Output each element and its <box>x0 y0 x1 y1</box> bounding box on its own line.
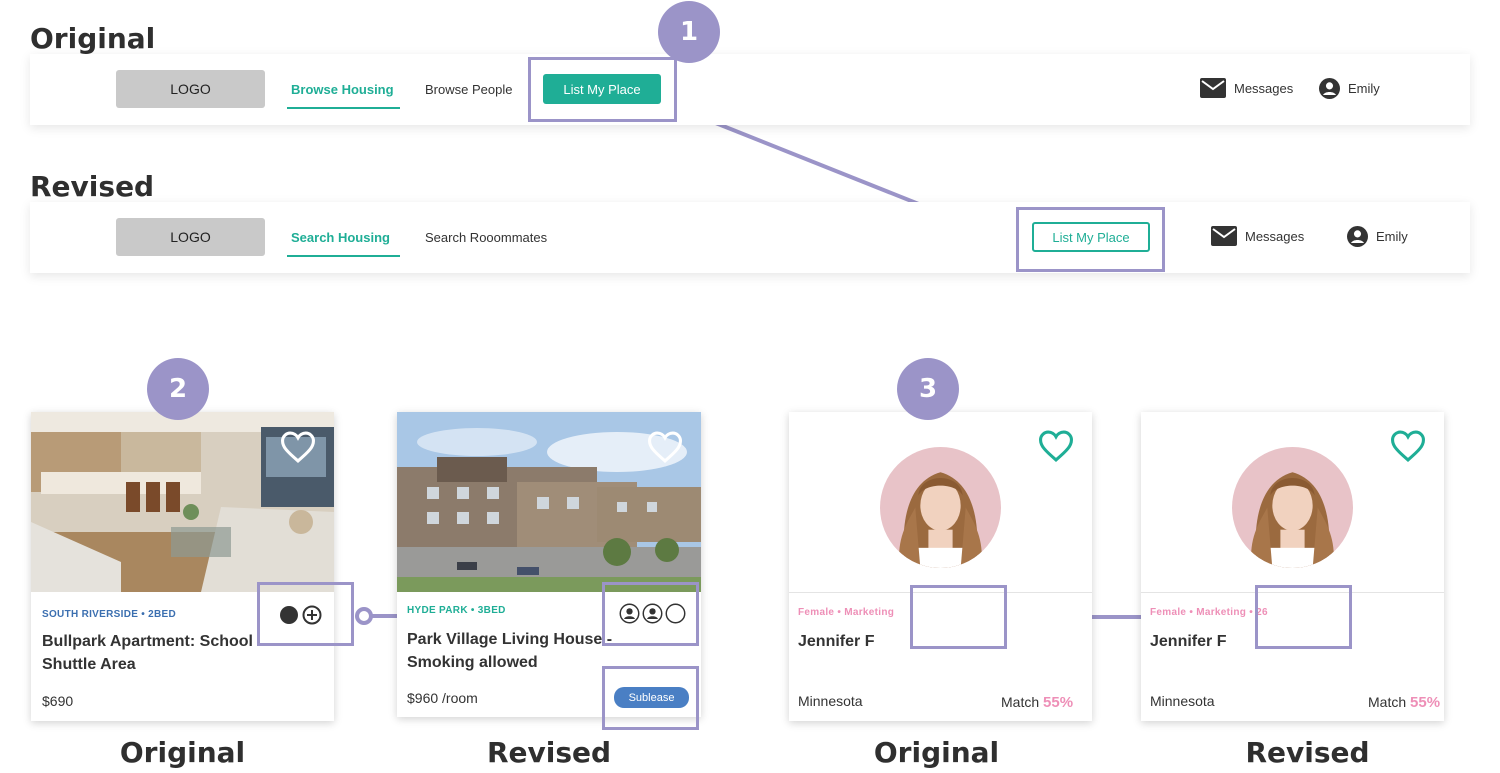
person-location: Minnesota <box>1150 693 1215 709</box>
person-name: Jennifer F <box>798 633 875 650</box>
active-tab-underline <box>287 107 400 109</box>
person-meta: Female • Marketing <box>798 607 895 618</box>
heart-icon[interactable] <box>646 430 684 464</box>
caption-housing-revised: Revised <box>486 736 612 769</box>
housing-card-original[interactable]: SOUTH RIVERSIDE • 2BED Bullpark Apartmen… <box>31 412 334 721</box>
listing-price: $690 <box>42 693 74 709</box>
match-value: 55% <box>1043 694 1074 711</box>
nav-search-housing[interactable]: Search Housing <box>291 230 390 245</box>
listing-meta: HYDE PARK • 3BED <box>407 605 506 616</box>
highlight-box-1-original <box>528 57 677 122</box>
listing-price: $960 /room <box>407 690 478 706</box>
heart-icon[interactable] <box>1037 429 1075 463</box>
annotation-badge-3: 3 <box>897 358 959 420</box>
person-card-original[interactable]: Female • Marketing Jennifer F Minnesota … <box>789 412 1092 721</box>
highlight-box-3-revised <box>1255 585 1352 649</box>
user-name: Emily <box>1348 81 1380 96</box>
heading-original-nav: Original <box>30 22 156 55</box>
messages-label: Messages <box>1234 80 1294 96</box>
logo[interactable]: LOGO <box>116 70 265 108</box>
navbar-revised: LOGO Search Housing Search Rooommates Li… <box>30 202 1470 273</box>
match-label: Match <box>1368 694 1407 710</box>
highlight-box-1-revised <box>1016 207 1165 272</box>
person-meta: Female • Marketing • 26 <box>1150 607 1268 618</box>
envelope-icon <box>1211 226 1237 246</box>
nav-search-roommates[interactable]: Search Rooommates <box>425 230 547 245</box>
caption-housing-original: Original <box>119 736 246 769</box>
user-name: Emily <box>1376 229 1408 244</box>
listing-title: Bullpark Apartment: School Shuttle Area <box>42 633 253 673</box>
logo[interactable]: LOGO <box>116 218 265 256</box>
nav-browse-housing[interactable]: Browse Housing <box>291 82 394 97</box>
person-card-revised[interactable]: Female • Marketing • 26 Jennifer F Minne… <box>1141 412 1444 721</box>
caption-person-original: Original <box>873 736 1000 769</box>
navbar-original: LOGO Browse Housing Browse People List M… <box>30 54 1470 125</box>
nav-messages[interactable]: Messages <box>1211 226 1304 246</box>
avatar <box>880 447 1001 568</box>
match-value: 55% <box>1410 694 1441 711</box>
heart-icon[interactable] <box>279 430 317 464</box>
annotation-badge-2: 2 <box>147 358 209 420</box>
listing-meta: SOUTH RIVERSIDE • 2BED <box>42 609 177 620</box>
match-score: Match 55% <box>1368 694 1440 711</box>
match-label: Match <box>1001 694 1040 710</box>
match-score: Match 55% <box>1001 694 1073 711</box>
user-circle-icon <box>1347 226 1368 247</box>
nav-messages[interactable]: Messages <box>1200 78 1293 98</box>
annotation-badge-1: 1 <box>658 1 720 63</box>
heart-icon[interactable] <box>1389 429 1427 463</box>
person-name: Jennifer F <box>1150 633 1227 650</box>
heading-revised-nav: Revised <box>30 170 155 203</box>
person-location: Minnesota <box>798 693 863 709</box>
caption-person-revised: Revised <box>1245 736 1370 769</box>
user-circle-icon <box>1319 78 1340 99</box>
messages-label: Messages <box>1245 228 1305 244</box>
person-meta-gender-job: Female • Marketing <box>1150 607 1247 618</box>
nav-browse-people[interactable]: Browse People <box>425 82 512 97</box>
nav-user[interactable]: Emily <box>1347 226 1408 247</box>
highlight-box-2-original <box>257 582 354 646</box>
envelope-icon <box>1200 78 1226 98</box>
highlight-box-3-original <box>910 585 1007 649</box>
avatar <box>1232 447 1353 568</box>
active-tab-underline <box>287 255 400 257</box>
nav-user[interactable]: Emily <box>1319 78 1380 99</box>
highlight-box-2-revised-tag <box>602 666 699 730</box>
highlight-box-2-revised-icons <box>602 582 699 646</box>
